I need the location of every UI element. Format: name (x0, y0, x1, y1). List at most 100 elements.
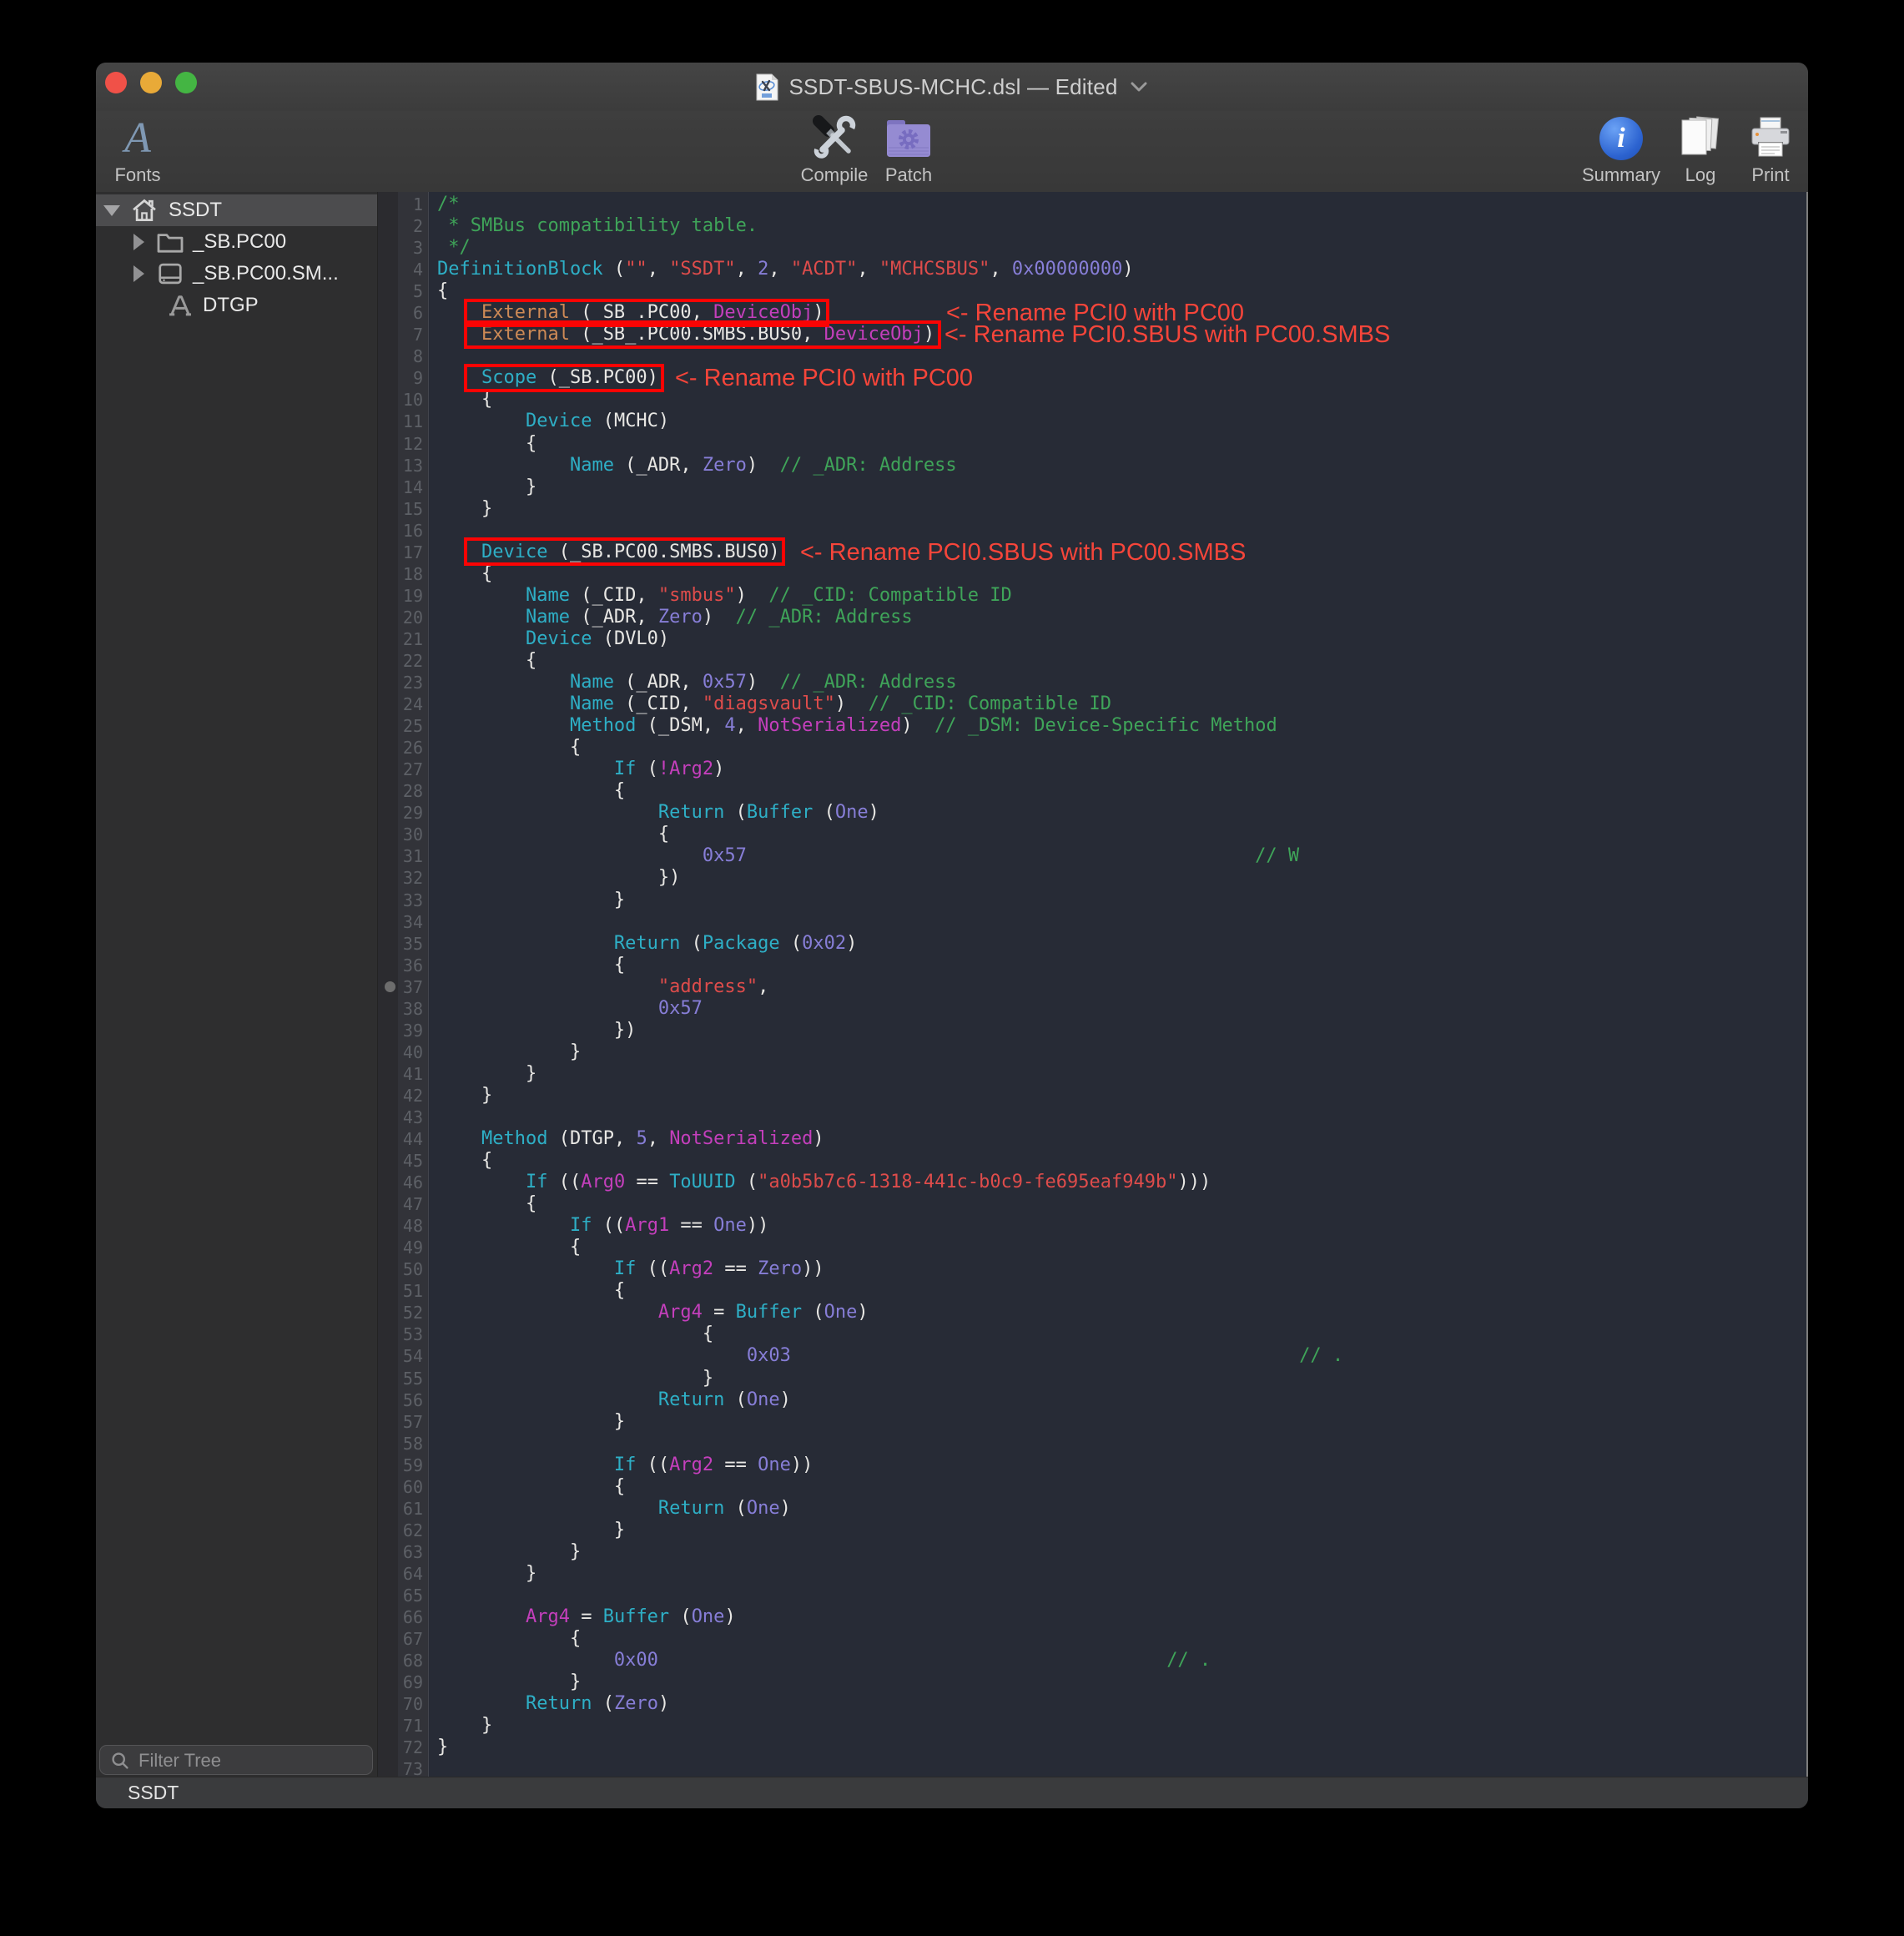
code-line[interactable]: { (437, 824, 1808, 845)
code-line[interactable]: Method (DTGP, 5, NotSerialized) (437, 1128, 1808, 1150)
code-line[interactable]: Method (_DSM, 4, NotSerialized) // _DSM:… (437, 715, 1808, 737)
sidebar-item-label: DTGP (203, 294, 259, 317)
code-line[interactable]: }) (437, 1020, 1808, 1041)
sidebar-item-label: _SB.PC00.SM... (193, 262, 339, 285)
fonts-button[interactable]: A Fonts (100, 114, 175, 189)
code-area[interactable]: /* * SMBus compatibility table. */Defini… (429, 192, 1808, 1777)
compile-icon (810, 114, 859, 163)
code-line[interactable]: } (437, 1041, 1808, 1063)
code-line[interactable]: { (437, 650, 1808, 672)
code-line[interactable]: } (437, 890, 1808, 911)
code-line[interactable]: 0x00 // . (437, 1650, 1808, 1671)
sidebar-item-sb-pc00[interactable]: _SB.PC00 (96, 226, 377, 258)
line-number: 1 (398, 194, 423, 215)
code-line[interactable]: } (437, 1520, 1808, 1541)
line-number: 73 (398, 1758, 423, 1777)
code-line[interactable]: If ((Arg0 == ToUUID ("a0b5b7c6-1318-441c… (437, 1172, 1808, 1193)
code-line[interactable]: { (437, 1280, 1808, 1302)
sidebar-item-label: SSDT (169, 199, 222, 222)
code-line[interactable]: } (437, 1085, 1808, 1107)
compile-button[interactable]: Compile (793, 114, 876, 189)
line-number: 25 (398, 715, 423, 737)
code-line[interactable]: Return (One) (437, 1498, 1808, 1520)
code-line[interactable]: { (437, 1237, 1808, 1258)
code-line[interactable]: Name (_ADR, Zero) // _ADR: Address (437, 455, 1808, 476)
code-line[interactable]: } (437, 498, 1808, 520)
code-line[interactable]: Arg4 = Buffer (One) (437, 1606, 1808, 1628)
code-line[interactable]: { (437, 563, 1808, 585)
code-line[interactable]: If (!Arg2) (437, 759, 1808, 780)
code-line[interactable]: If ((Arg2 == One)) (437, 1455, 1808, 1476)
code-line[interactable]: Return (One) (437, 1389, 1808, 1411)
line-number: 24 (398, 693, 423, 715)
code-line[interactable]: } (437, 1737, 1808, 1758)
code-line[interactable]: { (437, 1476, 1808, 1498)
code-line[interactable]: If ((Arg2 == Zero)) (437, 1258, 1808, 1280)
code-line[interactable]: Device (DVL0) (437, 628, 1808, 650)
code-line[interactable] (437, 1433, 1808, 1455)
code-line[interactable] (437, 1758, 1808, 1777)
code-line[interactable]: Name (_ADR, 0x57) // _ADR: Address (437, 672, 1808, 693)
filter-tree-input[interactable] (137, 1746, 365, 1776)
code-line[interactable]: } (437, 1715, 1808, 1737)
code-line[interactable]: 0x03 // . (437, 1345, 1808, 1367)
code-line[interactable] (437, 911, 1808, 933)
title-chevron-icon[interactable] (1130, 81, 1148, 93)
titlebar[interactable]: SSDT-SBUS-MCHC.dsl — Edited (96, 63, 1808, 112)
line-number: 40 (398, 1041, 423, 1063)
code-line[interactable]: 0x57 // W (437, 845, 1808, 867)
summary-button[interactable]: i Summary (1575, 114, 1667, 189)
code-line[interactable]: } (437, 1063, 1808, 1085)
code-line[interactable]: DefinitionBlock ("", "SSDT", 2, "ACDT", … (437, 259, 1808, 280)
line-number: 2 (398, 215, 423, 237)
print-icon (1747, 114, 1794, 163)
line-number: 47 (398, 1193, 423, 1215)
code-line[interactable]: { (437, 737, 1808, 759)
code-line[interactable]: { (437, 433, 1808, 455)
code-line[interactable]: Return (Zero) (437, 1693, 1808, 1715)
code-line[interactable]: { (437, 1150, 1808, 1172)
code-line[interactable]: } (437, 1563, 1808, 1585)
code-line[interactable]: Return (Buffer (One) (437, 802, 1808, 824)
disclosure-collapsed-icon[interactable] (133, 234, 144, 250)
code-line[interactable]: Return (Package (0x02) (437, 933, 1808, 955)
search-icon (110, 1751, 130, 1771)
code-line[interactable]: Name (_CID, "smbus") // _CID: Compatible… (437, 585, 1808, 607)
line-number: 19 (398, 585, 423, 607)
code-line[interactable]: 0x57 (437, 998, 1808, 1020)
patch-highlight-box (464, 320, 941, 349)
code-line[interactable]: { (437, 955, 1808, 976)
code-line[interactable]: { (437, 389, 1808, 411)
sidebar-item-sb-pc00-smbs[interactable]: _SB.PC00.SM... (96, 258, 377, 290)
line-number: 69 (398, 1671, 423, 1693)
code-line[interactable] (437, 1107, 1808, 1128)
code-line[interactable]: { (437, 1323, 1808, 1345)
code-line[interactable] (437, 1585, 1808, 1606)
code-line[interactable]: * SMBus compatibility table. (437, 215, 1808, 237)
code-line[interactable]: If ((Arg1 == One)) (437, 1215, 1808, 1237)
patch-button[interactable]: Patch (867, 114, 950, 189)
code-line[interactable]: "address", (437, 976, 1808, 998)
sidebar-item-ssdt[interactable]: SSDT (96, 194, 377, 226)
code-line[interactable]: Name (_CID, "diagsvault") // _CID: Compa… (437, 693, 1808, 715)
code-line[interactable]: }) (437, 867, 1808, 889)
code-line[interactable]: Arg4 = Buffer (One) (437, 1302, 1808, 1323)
code-line[interactable]: { (437, 1193, 1808, 1215)
code-line[interactable]: } (437, 1671, 1808, 1693)
code-line[interactable]: } (437, 1411, 1808, 1433)
code-line[interactable]: { (437, 780, 1808, 802)
code-line[interactable]: Name (_ADR, Zero) // _ADR: Address (437, 607, 1808, 628)
line-number: 62 (398, 1520, 423, 1541)
code-line[interactable]: } (437, 476, 1808, 498)
code-line[interactable]: /* (437, 194, 1808, 215)
line-number: 13 (398, 455, 423, 476)
disclosure-expanded-icon[interactable] (103, 205, 120, 216)
code-line[interactable]: */ (437, 237, 1808, 259)
code-line[interactable]: } (437, 1368, 1808, 1389)
code-line[interactable]: Device (MCHC) (437, 411, 1808, 432)
print-button[interactable]: Print (1725, 114, 1808, 189)
code-line[interactable]: { (437, 1628, 1808, 1650)
disclosure-collapsed-icon[interactable] (133, 265, 144, 282)
sidebar-item-dtgp[interactable]: DTGP (96, 290, 377, 321)
code-line[interactable]: } (437, 1541, 1808, 1563)
